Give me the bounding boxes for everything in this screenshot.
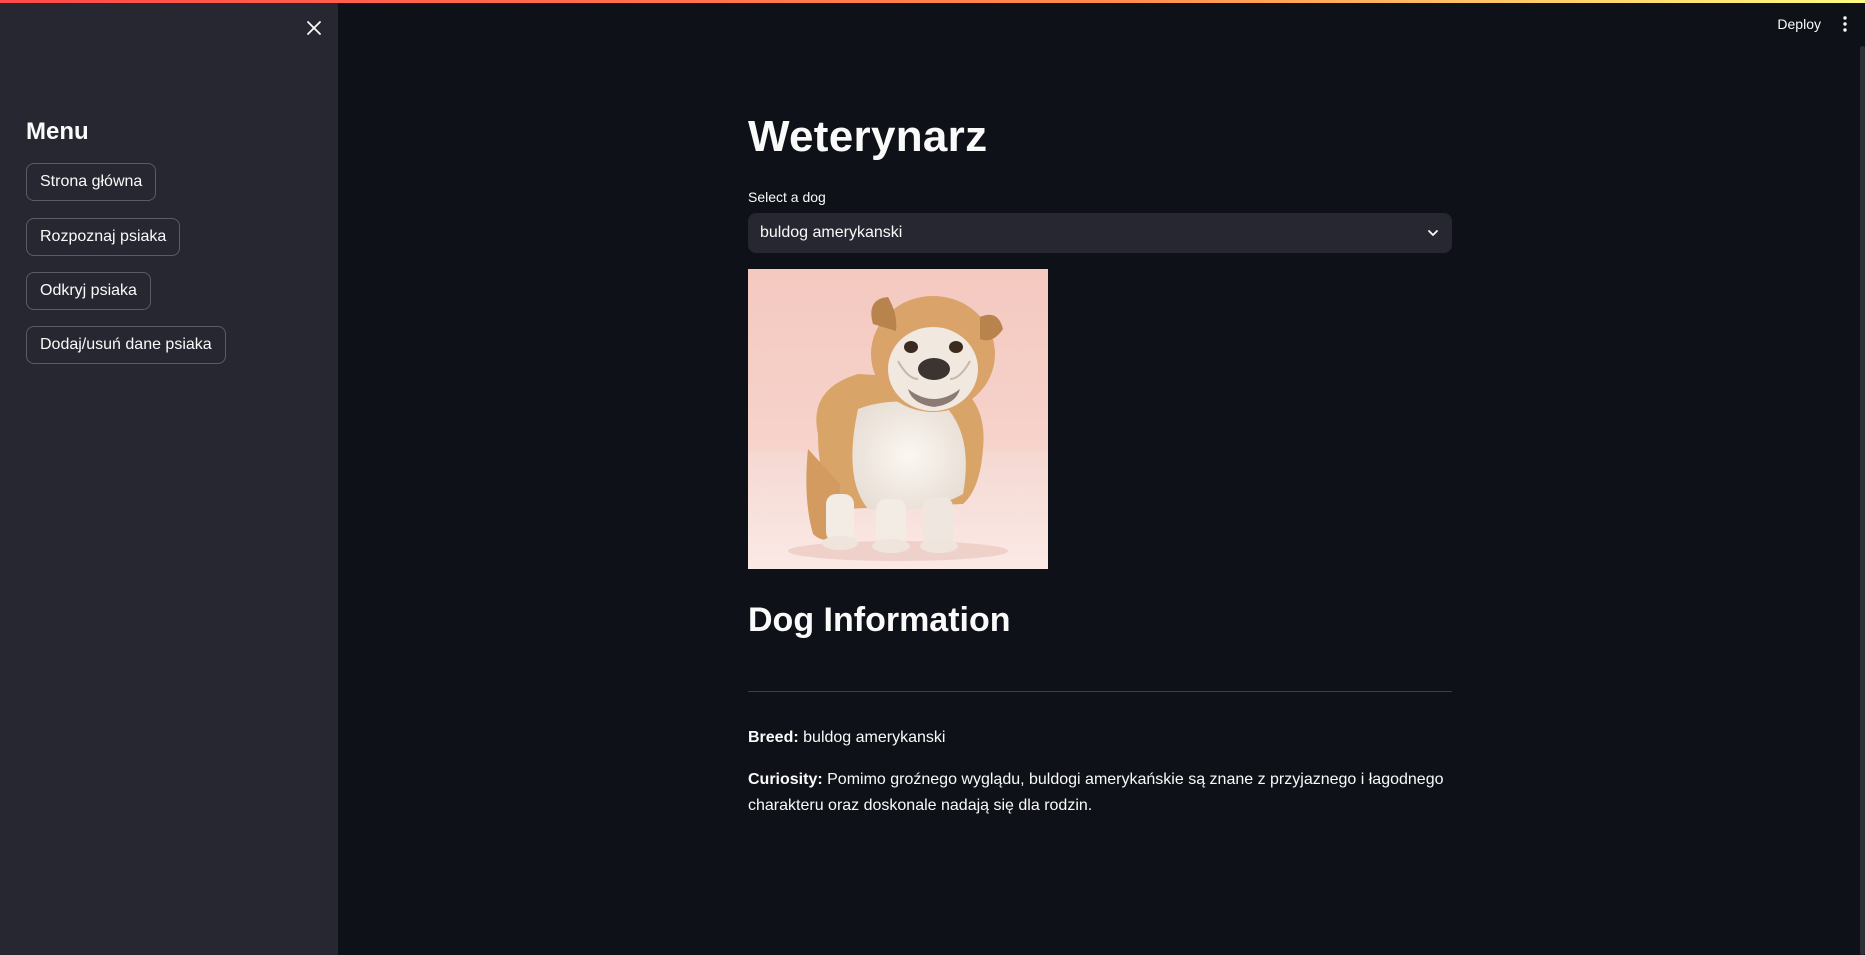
sidebar: Menu Strona główna Rozpoznaj psiaka Odkr… xyxy=(0,0,338,955)
dog-image xyxy=(748,269,1048,569)
main-content: Weterynarz Select a dog buldog amerykans… xyxy=(748,0,1452,955)
dog-select[interactable]: buldog amerykanski xyxy=(748,213,1452,253)
close-sidebar-button[interactable] xyxy=(300,14,328,42)
rozpoznaj-psiaka-button[interactable]: Rozpoznaj psiaka xyxy=(26,218,181,256)
section-title: Dog Information xyxy=(748,601,1011,639)
strona-glowna-button[interactable]: Strona główna xyxy=(26,163,157,201)
breed-info: Breed: buldog amerykanski xyxy=(748,725,1452,751)
sidebar-title: Menu xyxy=(26,118,89,145)
deploy-button[interactable]: Deploy xyxy=(1777,16,1821,32)
top-decoration-strip xyxy=(0,0,1865,3)
dog-select-value: buldog amerykanski xyxy=(760,224,903,241)
kebab-menu-icon xyxy=(1843,16,1847,32)
divider xyxy=(748,691,1452,692)
close-icon xyxy=(307,21,321,35)
curiosity-info: Curiosity: Pomimo groźnego wyglądu, buld… xyxy=(748,767,1452,819)
header-toolbar: Deploy xyxy=(1777,10,1855,38)
curiosity-label: Curiosity: xyxy=(748,771,823,788)
select-dog-label: Select a dog xyxy=(748,189,826,205)
scrollbar[interactable] xyxy=(1860,46,1865,955)
curiosity-line-2: charakteru oraz doskonale nadają się dla… xyxy=(748,797,1093,814)
breed-value: buldog amerykanski xyxy=(803,729,946,746)
chevron-down-icon xyxy=(1428,230,1438,236)
breed-label: Breed: xyxy=(748,729,799,746)
odkryj-psiaka-button[interactable]: Odkryj psiaka xyxy=(26,272,151,310)
dodaj-usun-dane-button[interactable]: Dodaj/usuń dane psiaka xyxy=(26,326,226,364)
page-title: Weterynarz xyxy=(748,112,988,161)
main-menu-button[interactable] xyxy=(1835,10,1855,38)
curiosity-line-1: Pomimo groźnego wyglądu, buldogi ameryka… xyxy=(827,771,1444,788)
